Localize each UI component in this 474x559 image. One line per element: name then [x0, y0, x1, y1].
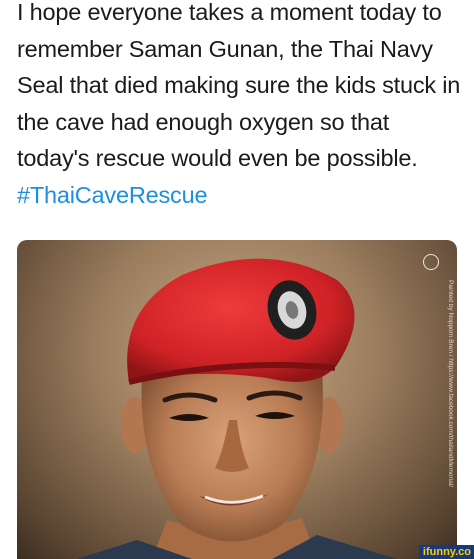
- meme-page: I hope everyone takes a moment today to …: [0, 0, 474, 559]
- portrait-illustration: [77, 258, 397, 559]
- cc-icon: [423, 254, 439, 270]
- caption-text: I hope everyone takes a moment today to …: [17, 0, 461, 171]
- portrait-painting: Painted by Nopporn Bren / https://www.fa…: [17, 240, 457, 559]
- painting-credit: Painted by Nopporn Bren / https://www.fa…: [447, 280, 454, 488]
- ifunny-watermark: ifunny.co: [418, 545, 474, 559]
- hashtag-link[interactable]: #ThaiCaveRescue: [17, 182, 208, 208]
- post-caption: I hope everyone takes a moment today to …: [17, 0, 467, 213]
